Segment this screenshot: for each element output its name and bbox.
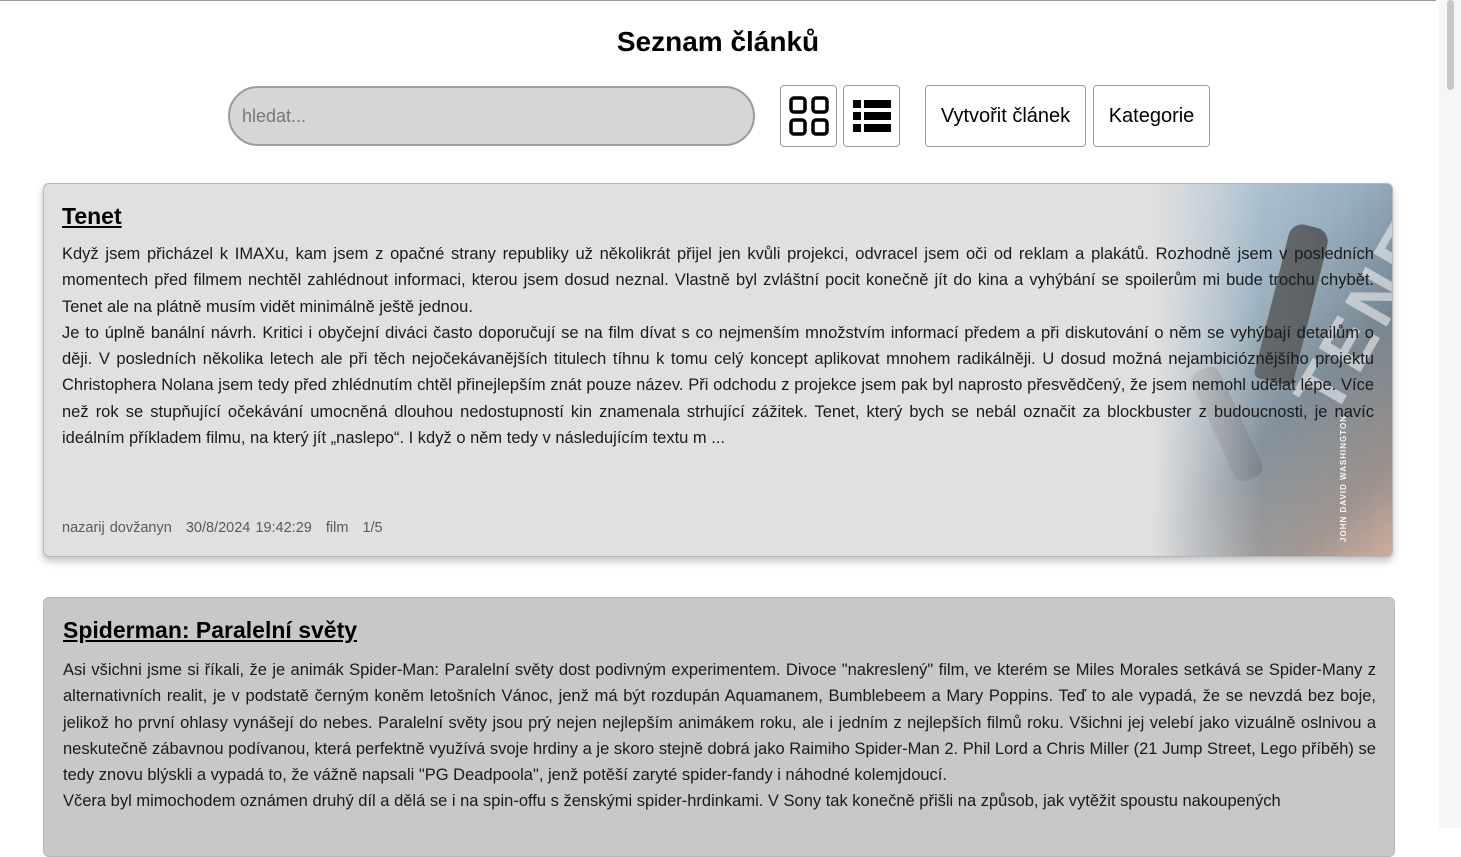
search-input[interactable]: [228, 86, 755, 146]
scrollbar-thumb[interactable]: [1447, 0, 1454, 90]
article-paragraph: Asi všichni jsme si říkali, že je animák…: [63, 661, 1376, 785]
page-title: Seznam článků: [616, 26, 820, 57]
vertical-scrollbar[interactable]: [1439, 0, 1461, 828]
article-paragraph: Včera byl mimochodem oznámen druhý díl a…: [63, 792, 1281, 811]
article-meta: nazarij dovžanyn 30/8/2024 19:42:29 film…: [62, 520, 392, 536]
article-author: nazarij dovžanyn: [62, 520, 172, 536]
window-top-border: [0, 0, 1436, 1]
grid-view-button[interactable]: [780, 85, 837, 147]
article-card[interactable]: TENET JOHN DAVID WASHINGTON Tenet Když j…: [43, 183, 1393, 557]
categories-button[interactable]: Kategorie: [1093, 85, 1210, 147]
article-date: 30/8/2024 19:42:29: [185, 520, 312, 536]
toolbar: Vytvořit článek Kategorie: [0, 85, 1436, 147]
article-title-link[interactable]: Tenet: [62, 200, 1374, 232]
create-article-button[interactable]: Vytvořit článek: [925, 85, 1086, 147]
list-icon: [852, 100, 891, 132]
grid-icon: [788, 96, 829, 136]
article-paragraph: Když jsem přicházel k IMAXu, kam jsem z …: [62, 245, 1374, 316]
article-paragraph: Je to úplně banální návrh. Kritici i oby…: [62, 323, 1374, 448]
article-title-link[interactable]: Spiderman: Paralelní světy: [63, 614, 1376, 646]
article-card[interactable]: Spiderman: Paralelní světy Asi všichni j…: [43, 597, 1395, 857]
article-category: film: [325, 520, 349, 536]
list-view-button[interactable]: [843, 85, 900, 147]
article-rating: 1/5: [362, 520, 383, 536]
